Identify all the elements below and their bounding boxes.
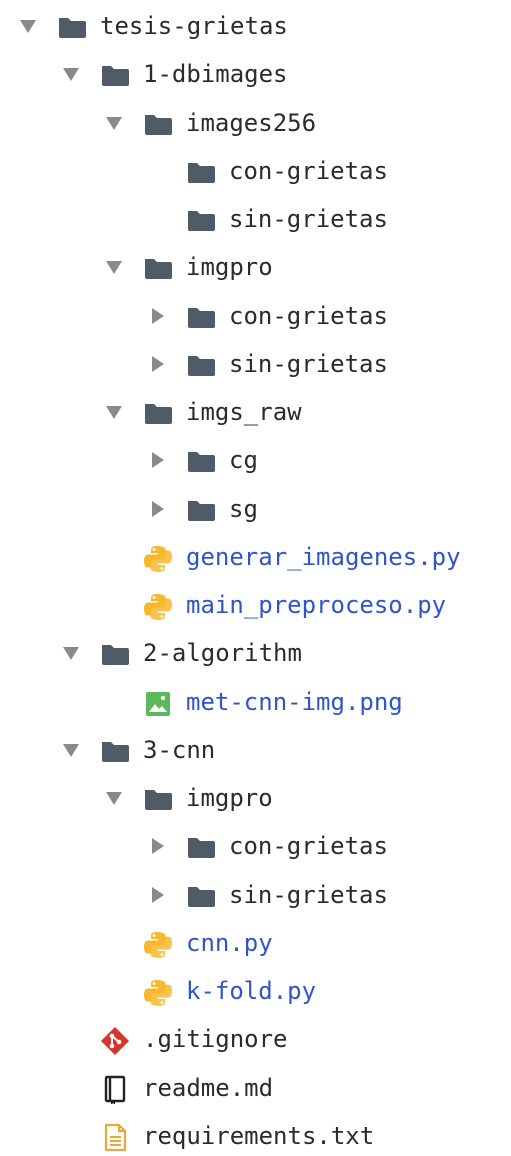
python-file-icon xyxy=(142,977,176,1007)
folder-row[interactable]: imgs_raw xyxy=(0,392,511,432)
expand-arrow-down-icon[interactable] xyxy=(104,113,124,133)
image-file-icon xyxy=(142,688,176,718)
folder-row[interactable]: sin-grietas xyxy=(0,344,511,384)
folder-name[interactable]: sin-grietas xyxy=(229,349,388,379)
file-row[interactable]: requirements.txt xyxy=(0,1116,511,1156)
folder-name[interactable]: sin-grietas xyxy=(229,880,388,910)
folder-icon xyxy=(185,832,219,862)
folder-row[interactable]: 1-dbimages xyxy=(0,54,511,94)
folder-name[interactable]: 2-algorithm xyxy=(143,638,302,668)
file-row[interactable]: main_preproceso.py xyxy=(0,585,511,625)
folder-name[interactable]: imgpro xyxy=(186,252,273,282)
expand-arrow-down-icon[interactable] xyxy=(61,64,81,84)
folder-icon xyxy=(142,253,176,283)
file-name[interactable]: .gitignore xyxy=(143,1024,288,1054)
folder-icon xyxy=(99,60,133,90)
folder-row[interactable]: con-grietas xyxy=(0,826,511,866)
folder-icon xyxy=(142,398,176,428)
folder-icon xyxy=(142,109,176,139)
collapse-arrow-right-icon[interactable] xyxy=(147,885,167,905)
folder-icon xyxy=(185,205,219,235)
file-name[interactable]: requirements.txt xyxy=(143,1121,374,1151)
folder-icon xyxy=(56,12,90,42)
file-name[interactable]: readme.md xyxy=(143,1073,273,1103)
folder-name[interactable]: con-grietas xyxy=(229,831,388,861)
python-file-icon xyxy=(142,929,176,959)
git-file-icon xyxy=(99,1025,133,1056)
folder-row[interactable]: con-grietas xyxy=(0,151,511,191)
folder-icon xyxy=(185,881,219,911)
file-row[interactable]: met-cnn-img.png xyxy=(0,682,511,722)
folder-row[interactable]: 2-algorithm xyxy=(0,633,511,673)
folder-row[interactable]: imgpro xyxy=(0,778,511,818)
collapse-arrow-right-icon[interactable] xyxy=(147,450,167,470)
folder-row[interactable]: cg xyxy=(0,440,511,480)
file-row[interactable]: k-fold.py xyxy=(0,971,511,1011)
folder-icon xyxy=(185,495,219,525)
folder-row[interactable]: con-grietas xyxy=(0,296,511,336)
file-name[interactable]: main_preproceso.py xyxy=(186,590,446,620)
folder-name[interactable]: con-grietas xyxy=(229,156,388,186)
folder-name[interactable]: 3-cnn xyxy=(143,735,215,765)
folder-name[interactable]: sg xyxy=(229,494,258,524)
folder-icon xyxy=(99,639,133,669)
file-name[interactable]: cnn.py xyxy=(186,928,273,958)
folder-row[interactable]: 3-cnn xyxy=(0,730,511,770)
folder-name[interactable]: 1-dbimages xyxy=(143,59,288,89)
expand-arrow-down-icon[interactable] xyxy=(104,257,124,277)
folder-row[interactable]: sin-grietas xyxy=(0,875,511,915)
expand-arrow-down-icon[interactable] xyxy=(61,740,81,760)
python-file-icon xyxy=(142,591,176,621)
expand-arrow-down-icon[interactable] xyxy=(18,16,38,36)
expand-arrow-down-icon[interactable] xyxy=(104,788,124,808)
folder-name[interactable]: con-grietas xyxy=(229,301,388,331)
markdown-file-icon xyxy=(99,1074,133,1104)
file-name[interactable]: generar_imagenes.py xyxy=(186,542,461,572)
folder-row[interactable]: sg xyxy=(0,489,511,529)
collapse-arrow-right-icon[interactable] xyxy=(147,306,167,326)
folder-name[interactable]: imgpro xyxy=(186,783,273,813)
folder-row[interactable]: sin-grietas xyxy=(0,199,511,239)
file-row[interactable]: readme.md xyxy=(0,1068,511,1108)
folder-icon xyxy=(185,350,219,380)
folder-icon xyxy=(185,302,219,332)
folder-row[interactable]: tesis-grietas xyxy=(0,6,511,46)
folder-icon xyxy=(185,446,219,476)
collapse-arrow-right-icon[interactable] xyxy=(147,354,167,374)
folder-icon xyxy=(142,784,176,814)
folder-name[interactable]: images256 xyxy=(186,108,316,138)
folder-icon xyxy=(185,157,219,187)
folder-row[interactable]: imgpro xyxy=(0,247,511,287)
file-row[interactable]: cnn.py xyxy=(0,923,511,963)
file-row[interactable]: .gitignore xyxy=(0,1019,511,1059)
file-name[interactable]: k-fold.py xyxy=(186,976,316,1006)
text-file-icon xyxy=(99,1122,133,1152)
expand-arrow-down-icon[interactable] xyxy=(104,402,124,422)
expand-arrow-down-icon[interactable] xyxy=(61,643,81,663)
folder-icon xyxy=(99,736,133,766)
file-name[interactable]: met-cnn-img.png xyxy=(186,687,403,717)
collapse-arrow-right-icon[interactable] xyxy=(147,836,167,856)
collapse-arrow-right-icon[interactable] xyxy=(147,499,167,519)
folder-name[interactable]: cg xyxy=(229,445,258,475)
folder-row[interactable]: images256 xyxy=(0,103,511,143)
folder-name[interactable]: imgs_raw xyxy=(186,397,302,427)
file-row[interactable]: generar_imagenes.py xyxy=(0,537,511,577)
folder-name[interactable]: tesis-grietas xyxy=(100,11,288,41)
python-file-icon xyxy=(142,543,176,573)
folder-name[interactable]: sin-grietas xyxy=(229,204,388,234)
